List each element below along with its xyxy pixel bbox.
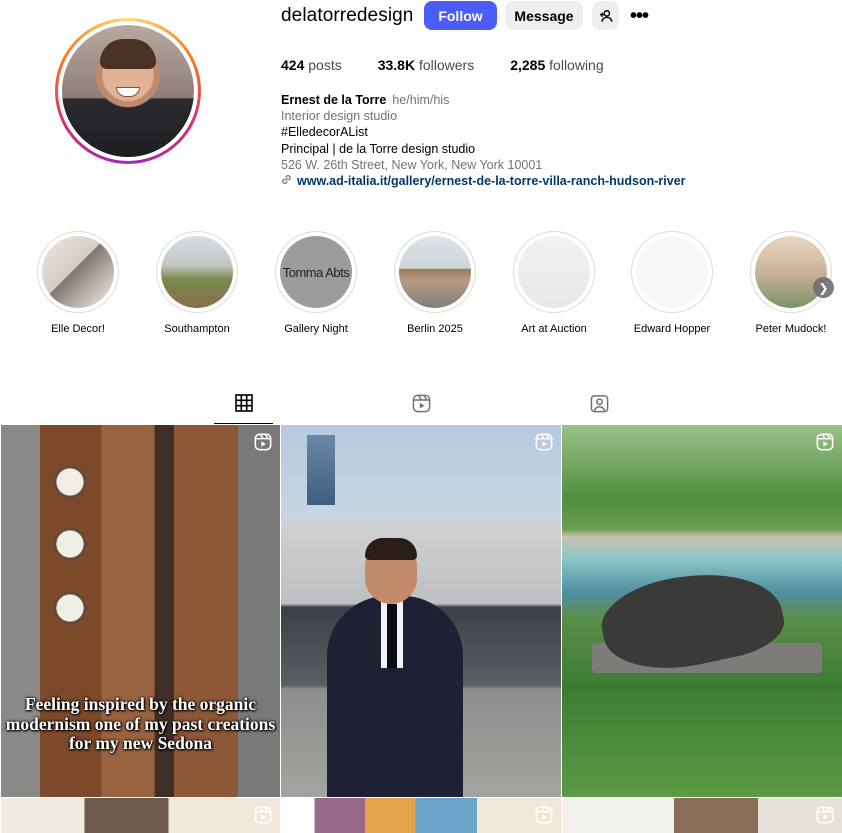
highlight-ring	[156, 231, 238, 313]
tab-posts[interactable]	[234, 393, 254, 413]
story-highlights: Elle Decor! Southampton Tomma Abts Galle…	[0, 231, 842, 341]
highlight-elle-decor[interactable]: Elle Decor!	[19, 231, 137, 335]
post-tile[interactable]	[1, 798, 280, 833]
highlight-label: Elle Decor!	[51, 323, 105, 335]
highlight-cover	[42, 236, 114, 308]
reel-icon	[254, 433, 272, 451]
reel-icon	[254, 806, 272, 824]
highlight-label: Berlin 2025	[407, 323, 463, 335]
tagged-icon	[590, 394, 608, 412]
profile-username: delatorredesign	[281, 5, 414, 26]
post-caption-overlay: Feeling inspired by the organic modernis…	[5, 694, 276, 753]
post-tile[interactable]: Feeling inspired by the organic modernis…	[1, 425, 280, 797]
highlight-cover-text: Tomma Abts	[282, 264, 350, 280]
add-person-icon	[599, 9, 612, 22]
highlight-ring	[513, 231, 595, 313]
profile-avatar[interactable]	[55, 18, 201, 164]
highlight-ring	[750, 231, 832, 313]
profile-tabs	[0, 380, 842, 424]
porthole-window	[53, 527, 87, 561]
link-icon	[281, 173, 292, 189]
bio-hashtag[interactable]: #ElledecorAList	[281, 124, 841, 140]
post-tile[interactable]	[281, 425, 561, 797]
reel-icon	[816, 433, 834, 451]
reel-icon	[816, 806, 834, 824]
followers-count: 33.8K	[377, 57, 416, 73]
followers-label: followers	[418, 57, 475, 73]
person-tie	[387, 604, 397, 668]
porthole-window	[53, 465, 87, 499]
suggested-accounts-button[interactable]	[592, 1, 619, 30]
highlight-berlin-2025[interactable]: Berlin 2025	[376, 231, 494, 335]
avatar-inner	[58, 21, 198, 161]
highlight-cover: Tomma Abts	[280, 236, 352, 308]
post-image-building	[307, 435, 335, 505]
grid-icon	[235, 394, 253, 412]
avatar-hair	[100, 39, 156, 69]
highlight-label: Gallery Night	[284, 323, 348, 335]
person-hair	[365, 538, 417, 560]
following-label: following	[549, 57, 604, 73]
following-count: 2,285	[510, 57, 546, 73]
more-options-icon[interactable]: •••	[630, 6, 649, 26]
highlight-ring	[631, 231, 713, 313]
highlight-cover	[518, 236, 590, 308]
highlight-edward-hopper[interactable]: Edward Hopper	[613, 231, 731, 335]
highlight-southampton[interactable]: Southampton	[138, 231, 256, 335]
porthole-window	[53, 591, 87, 625]
bio-address[interactable]: 526 W. 26th Street, New York, New York 1…	[281, 157, 841, 173]
bio-title: Principal | de la Torre design studio	[281, 141, 476, 156]
post-tile[interactable]	[562, 798, 842, 833]
highlight-art-at-auction[interactable]: Art at Auction	[495, 231, 613, 335]
posts-count: 424	[281, 57, 305, 73]
followers-stat[interactable]: 33.8K followers	[378, 57, 475, 73]
bio-link[interactable]: www.ad-italia.it/gallery/ernest-de-la-to…	[281, 173, 841, 189]
highlight-label: Southampton	[164, 323, 230, 335]
highlight-gallery-night[interactable]: Tomma Abts Gallery Night	[257, 231, 375, 335]
profile-bio: Ernest de la Torre he/him/his Interior de…	[281, 92, 841, 189]
bio-pronouns: he/him/his	[392, 93, 450, 107]
reel-icon	[535, 806, 553, 824]
tab-reels[interactable]	[411, 393, 431, 413]
highlight-cover	[755, 236, 827, 308]
highlight-ring: Tomma Abts	[275, 231, 357, 313]
highlight-cover	[636, 236, 708, 308]
tab-tagged[interactable]	[589, 393, 609, 413]
bio-full-name: Ernest de la Torre	[281, 93, 387, 107]
highlight-label: Edward Hopper	[633, 323, 711, 335]
profile-stats: 424 posts 33.8K followers 2,285 followin…	[281, 57, 640, 73]
avatar-photo	[62, 25, 194, 157]
highlight-ring	[37, 231, 119, 313]
reels-icon	[412, 394, 430, 412]
message-button[interactable]: Message	[505, 1, 583, 30]
post-tile[interactable]	[281, 798, 561, 833]
bio-category: Interior design studio	[281, 109, 398, 124]
highlight-label: Peter Mudock!	[755, 323, 827, 335]
highlight-label: Art at Auction	[521, 323, 587, 335]
highlight-ring	[394, 231, 476, 313]
post-tile[interactable]	[562, 425, 842, 797]
reel-icon	[535, 433, 553, 451]
highlights-next-arrow-icon[interactable]: ❯	[813, 277, 834, 298]
bio-link-text[interactable]: www.ad-italia.it/gallery/ernest-de-la-to…	[297, 173, 686, 189]
highlight-cover	[399, 236, 471, 308]
posts-stat: 424 posts	[281, 57, 342, 73]
post-image-person	[327, 538, 463, 797]
follow-button[interactable]: Follow	[424, 1, 497, 30]
avatar-smile	[116, 87, 140, 97]
active-tab-indicator	[214, 423, 273, 424]
following-stat[interactable]: 2,285 following	[510, 57, 603, 73]
posts-label: posts	[308, 57, 342, 73]
highlight-cover	[161, 236, 233, 308]
bio-name-row: Ernest de la Torre he/him/his	[281, 92, 841, 108]
